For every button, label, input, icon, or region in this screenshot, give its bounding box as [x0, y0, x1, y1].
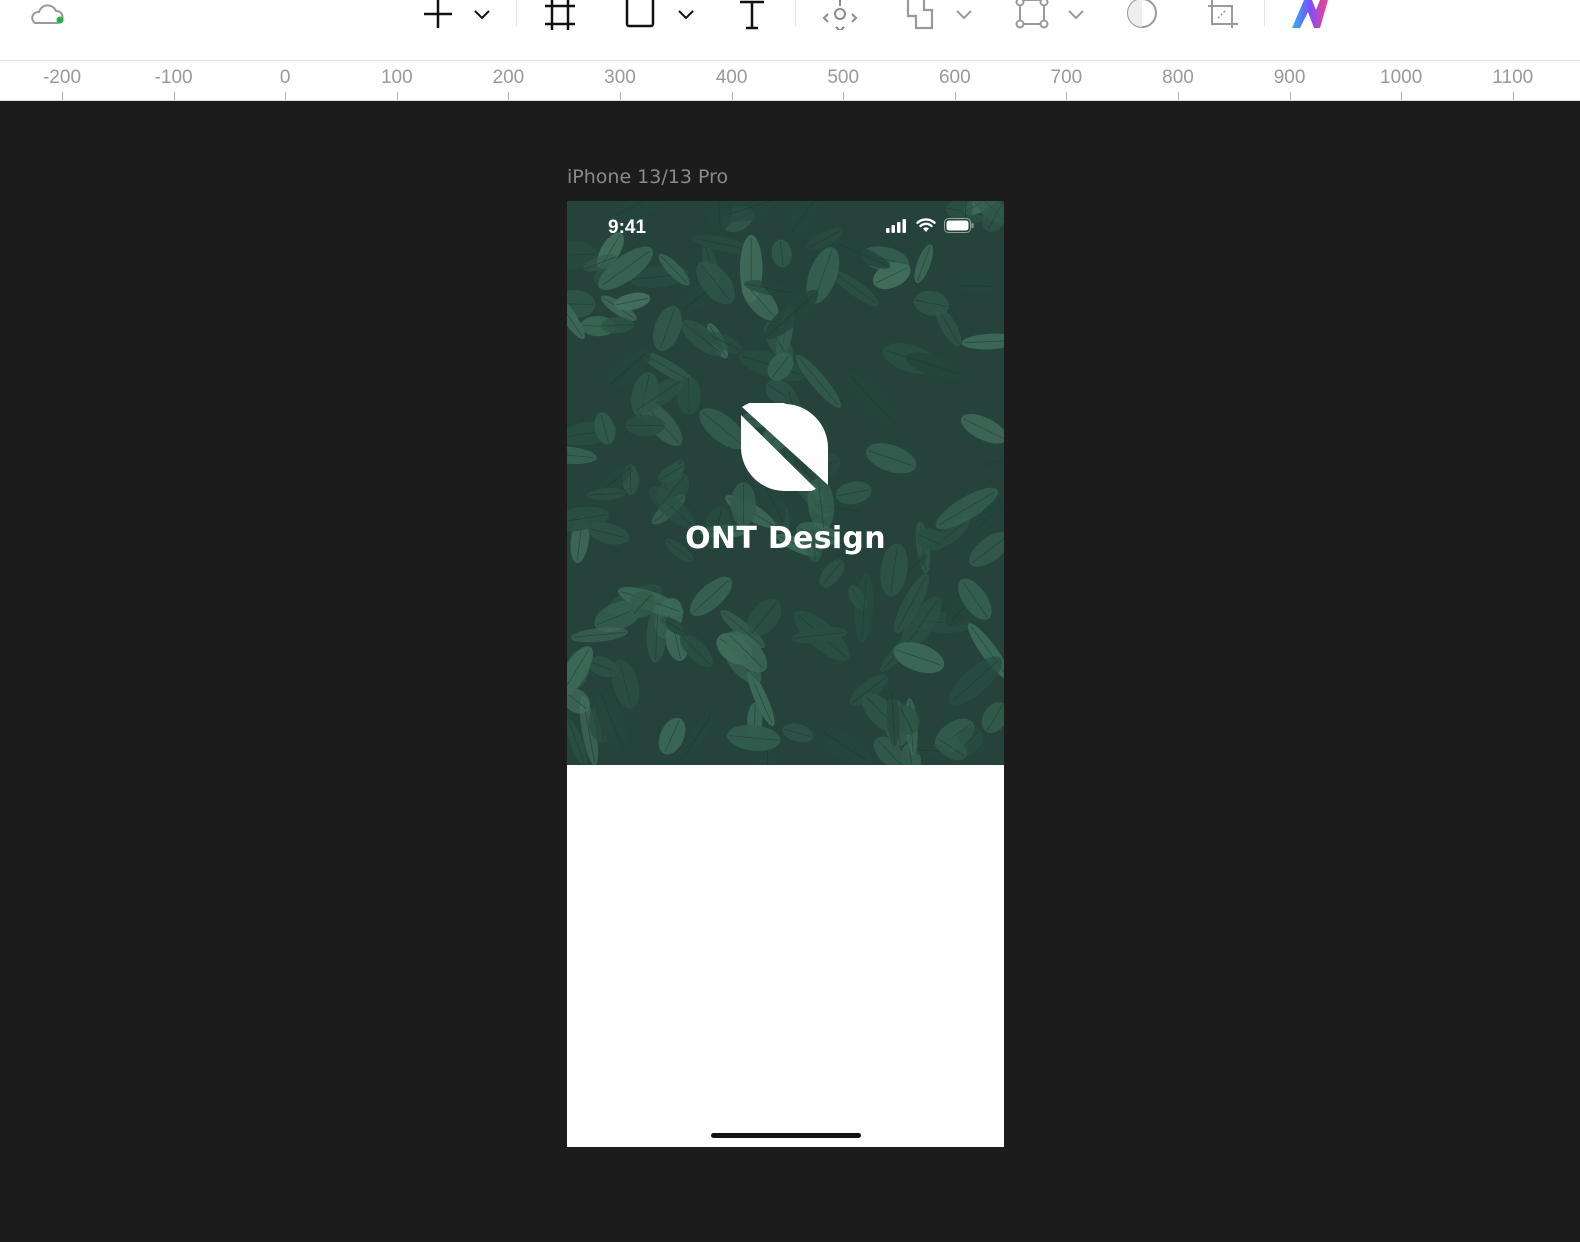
ruler-label: 300: [604, 67, 636, 88]
ruler-tick: [508, 92, 510, 100]
toolbar-divider: [1264, 0, 1265, 26]
add-icon[interactable]: [418, 0, 458, 30]
cloud-sync-icon[interactable]: [28, 0, 68, 30]
signal-icon: [886, 218, 906, 233]
plugin-logo-icon[interactable]: [1290, 0, 1330, 30]
ruler-tick: [843, 92, 845, 100]
ruler-label: 800: [1162, 67, 1194, 88]
toolbar-divider: [516, 0, 517, 26]
crop-icon[interactable]: [1202, 0, 1242, 30]
iphone-frame[interactable]: 9:41 ONT Design: [567, 201, 1004, 1147]
ruler-label: 100: [380, 67, 413, 88]
toolbar-divider: [795, 0, 796, 26]
hero-image: 9:41 ONT Design: [567, 201, 1004, 765]
ruler-tick: [285, 92, 287, 100]
rectangle-icon[interactable]: [620, 0, 660, 30]
chevron-down-icon[interactable]: [952, 0, 976, 30]
ruler-label: 0: [279, 67, 291, 88]
ruler-tick: [1289, 92, 1291, 100]
vector-icon[interactable]: [1012, 0, 1052, 30]
ruler-tick: [1066, 92, 1068, 100]
ruler-label: 400: [715, 67, 748, 88]
chevron-down-icon[interactable]: [1064, 0, 1088, 30]
chevron-down-icon[interactable]: [674, 0, 698, 30]
ruler-label: 1000: [1380, 67, 1423, 88]
status-time: 9:41: [608, 217, 647, 238]
ruler-tick: [954, 92, 956, 100]
ruler-label: 200: [492, 67, 525, 88]
ruler-tick: [620, 92, 621, 100]
frame-icon[interactable]: [540, 0, 580, 30]
status-icons: [886, 218, 974, 233]
text-icon[interactable]: [732, 0, 772, 30]
ruler-label: 600: [938, 67, 971, 88]
ont-logo-icon: [741, 403, 829, 491]
component-icon[interactable]: [820, 0, 860, 30]
battery-icon: [944, 218, 974, 233]
horizontal-ruler: -200 -100 0 100 200 300 400 500 600 700 800 900 1000…: [0, 60, 1580, 101]
home-indicator: [711, 1133, 861, 1138]
ruler-tick: [1512, 92, 1514, 100]
app-name: ONT Design: [685, 521, 886, 556]
chevron-down-icon[interactable]: [470, 0, 494, 30]
ruler-tick: [1178, 92, 1179, 100]
ruler-tick: [396, 92, 398, 100]
mask-icon[interactable]: [1122, 0, 1162, 30]
toolbar: [0, 0, 1580, 60]
ruler-label: -200: [42, 67, 82, 88]
ruler-tick: [62, 92, 63, 100]
ruler-label: 700: [1050, 67, 1083, 88]
ruler-label: 900: [1273, 67, 1306, 88]
frame-label[interactable]: iPhone 13/13 Pro: [567, 166, 728, 188]
ruler-label: -100: [154, 67, 193, 88]
ruler-label: 1100: [1492, 67, 1534, 88]
ruler-tick: [731, 92, 733, 100]
ruler-label: 500: [827, 67, 860, 88]
boolean-icon[interactable]: [900, 0, 940, 30]
wifi-icon: [916, 218, 936, 232]
ruler-tick: [1401, 92, 1403, 100]
ruler-tick: [173, 92, 175, 100]
